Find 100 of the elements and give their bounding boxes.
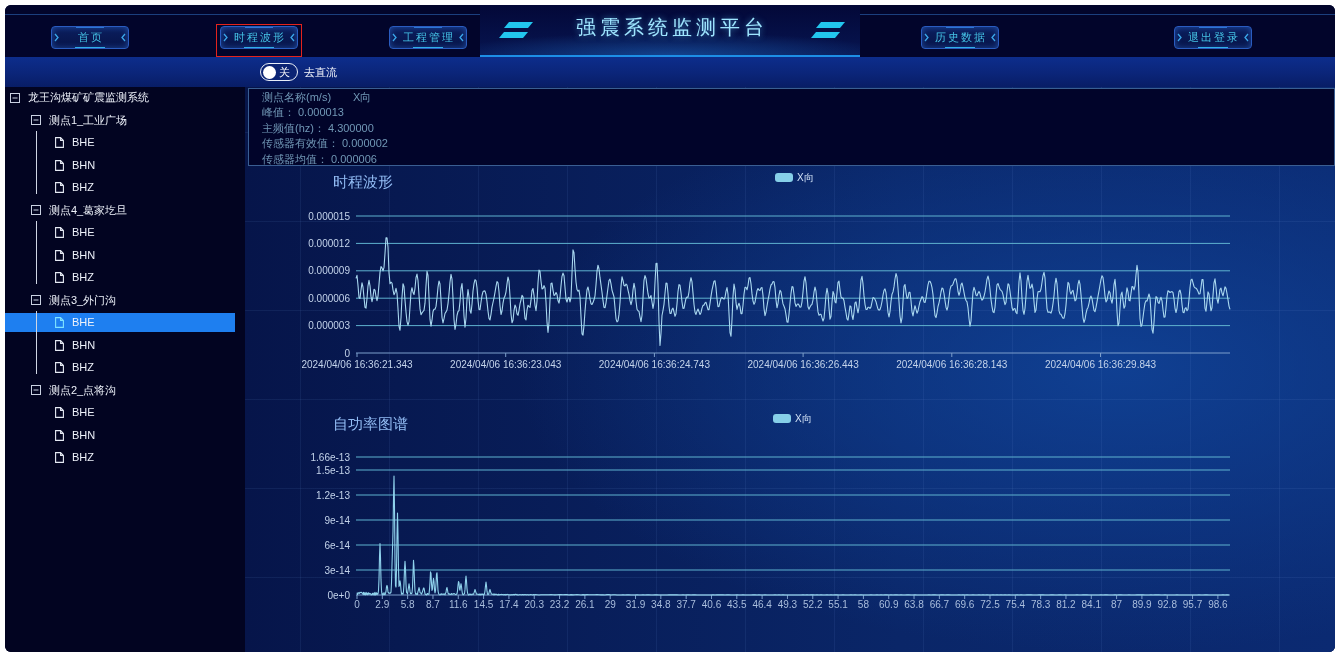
minus-box-icon[interactable] xyxy=(31,385,41,395)
file-icon xyxy=(55,249,64,261)
axis-label: 26.1 xyxy=(575,599,595,610)
axis-label: 92.8 xyxy=(1157,599,1177,610)
file-icon xyxy=(55,137,64,148)
tree-item[interactable]: 测点4_葛家圪旦 xyxy=(5,200,235,220)
file-icon xyxy=(55,452,64,463)
file-icon xyxy=(55,159,64,171)
chevron-right-icon xyxy=(924,33,929,42)
axis-label: 6e-14 xyxy=(324,539,350,551)
chevron-left-icon xyxy=(459,33,464,42)
axis-label: 55.1 xyxy=(828,599,848,610)
axis-label: 0.000015 xyxy=(308,210,350,222)
tree-item[interactable]: BHZ xyxy=(5,268,235,287)
axis-label: 49.3 xyxy=(777,599,798,610)
legend-swatch-icon[interactable] xyxy=(775,173,793,182)
tree-item[interactable]: BHN xyxy=(5,155,235,175)
tree-item[interactable]: BHN xyxy=(5,245,235,265)
axis-label: 9e-14 xyxy=(324,514,350,526)
tree-item[interactable]: BHZ xyxy=(5,448,235,467)
legend-swatch-icon[interactable] xyxy=(773,414,791,423)
axis-label: 52.2 xyxy=(803,599,823,610)
chevron-left-icon xyxy=(290,33,295,42)
tree-item[interactable]: 测点3_外门沟 xyxy=(5,290,235,310)
chevron-left-icon xyxy=(1244,33,1249,42)
tree-item[interactable]: BHN xyxy=(5,335,235,355)
axis-label: 23.2 xyxy=(549,599,570,610)
switch-label: 去直流 xyxy=(304,64,337,80)
tree-item[interactable]: BHZ xyxy=(5,358,235,377)
axis-label: 0e+0 xyxy=(327,589,350,601)
stripes-icon xyxy=(498,21,534,39)
axis-label: 2024/04/06 16:36:24.743 xyxy=(598,359,710,370)
axis-label: 20.3 xyxy=(524,599,544,610)
tree-item[interactable]: 测点2_点将沟 xyxy=(5,380,235,400)
file-icon xyxy=(55,339,64,351)
tree-item[interactable]: BHN xyxy=(5,425,235,445)
info-value: 0.000013 xyxy=(298,105,344,121)
axis-label: 87 xyxy=(1111,599,1123,610)
file-icon xyxy=(55,407,64,418)
tree-item[interactable]: BHE xyxy=(5,403,235,422)
info-label: 测点名称(m/s) xyxy=(262,90,332,105)
axis-label: 2024/04/06 16:36:23.043 xyxy=(450,359,562,370)
axis-label: 29 xyxy=(604,599,616,610)
axis-label: 81.2 xyxy=(1056,599,1076,610)
info-value: 0.000006 xyxy=(331,151,377,167)
chevron-right-icon xyxy=(223,33,228,42)
info-value: 4.300000 xyxy=(327,120,374,136)
chevron-right-icon xyxy=(54,33,59,42)
axis-label: 31.9 xyxy=(625,599,646,610)
info-label: 传感器均值： xyxy=(262,151,328,167)
minus-box-icon[interactable] xyxy=(31,205,41,215)
stripes-icon xyxy=(810,21,846,39)
axis-label: 37.7 xyxy=(676,599,696,610)
axis-label: 69.6 xyxy=(954,599,975,610)
axis-label: 2024/04/06 16:36:28.143 xyxy=(896,359,1008,370)
axis-label: 84.1 xyxy=(1081,599,1101,610)
axis-label: 63.8 xyxy=(904,599,924,610)
axis-label: 0 xyxy=(344,347,350,359)
tree-item[interactable]: BHE xyxy=(5,133,235,152)
axis-label: 14.5 xyxy=(473,599,494,610)
tree-item[interactable]: BHE xyxy=(5,223,235,242)
axis-label: 2024/04/06 16:36:29.843 xyxy=(1044,359,1157,370)
file-icon xyxy=(55,182,64,193)
info-label: 主频值(hz)： xyxy=(262,120,325,136)
tree-item[interactable]: BHZ xyxy=(5,178,235,197)
file-icon xyxy=(55,317,64,328)
axis-label: 78.3 xyxy=(1030,599,1051,610)
file-icon xyxy=(55,429,64,441)
axis-label: 3e-14 xyxy=(324,564,350,576)
minus-box-icon[interactable] xyxy=(10,92,20,103)
file-icon xyxy=(55,227,64,238)
axis-label: 58 xyxy=(857,599,869,610)
axis-label: 72.5 xyxy=(980,599,1000,610)
axis-label: 40.6 xyxy=(701,599,722,610)
axis-label: 46.4 xyxy=(752,599,772,610)
chevron-right-icon xyxy=(392,33,397,42)
chevron-left-icon xyxy=(991,33,996,42)
axis-label: 8.7 xyxy=(426,599,440,610)
legend-label[interactable]: X向 xyxy=(795,413,812,424)
axis-label: 0.000012 xyxy=(308,237,350,249)
axis-label: 98.6 xyxy=(1208,599,1228,610)
tree-item[interactable]: 龙王沟煤矿矿震监测系统 xyxy=(5,88,235,107)
legend-label[interactable]: X向 xyxy=(797,172,814,183)
axis-label: 75.4 xyxy=(1005,599,1026,610)
axis-label: 0.000009 xyxy=(308,265,350,277)
file-icon xyxy=(55,272,64,283)
info-value: X向 xyxy=(353,90,372,105)
minus-box-icon[interactable] xyxy=(31,295,41,305)
chart-title: 时程波形 xyxy=(333,173,393,190)
nav-tab[interactable]: 时程波形 xyxy=(216,24,302,57)
minus-box-icon[interactable] xyxy=(31,115,41,125)
chart-title: 自功率图谱 xyxy=(333,415,408,432)
toggle-switch[interactable]: 关 xyxy=(260,63,298,81)
axis-label: 66.7 xyxy=(929,599,950,610)
axis-label: 0.000003 xyxy=(308,320,350,332)
axis-label: 60.9 xyxy=(879,599,899,610)
tree-item[interactable]: BHE xyxy=(5,313,235,332)
axis-label: 2024/04/06 16:36:26.443 xyxy=(747,359,859,370)
axis-label: 1.5e-13 xyxy=(316,464,350,476)
tree-item[interactable]: 测点1_工业广场 xyxy=(5,110,235,130)
